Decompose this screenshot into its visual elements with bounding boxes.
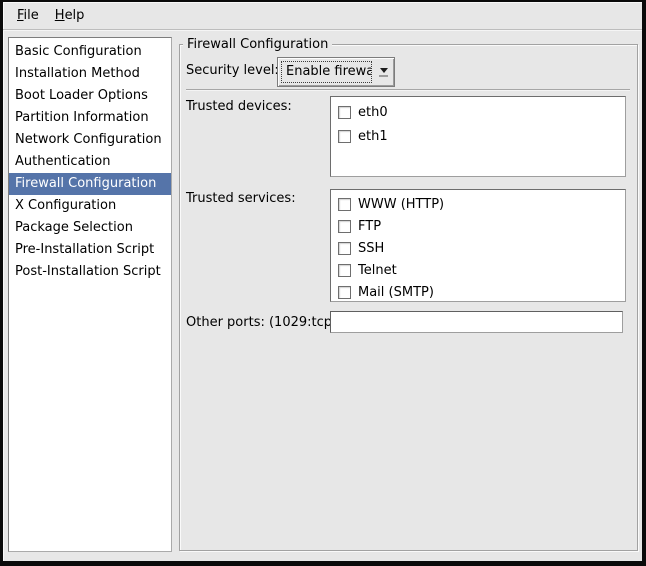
menubar: File Help: [3, 2, 642, 29]
trusted-service-label: FTP: [358, 219, 381, 234]
menu-help[interactable]: Help: [47, 4, 93, 27]
sidebar-item-x-configuration[interactable]: X Configuration: [9, 195, 171, 217]
sidebar-item-installation-method[interactable]: Installation Method: [9, 63, 171, 85]
trusted-device-label: eth1: [358, 129, 388, 144]
menu-help-label: elp: [65, 8, 85, 23]
trusted-service-row-telnet[interactable]: Telnet: [331, 259, 625, 281]
checkbox-unchecked-icon[interactable]: [338, 220, 351, 233]
trusted-services-list[interactable]: WWW (HTTP) FTP SSH Telnet Mail (SMTP): [330, 189, 626, 302]
sidebar-item-post-installation-script[interactable]: Post-Installation Script: [9, 261, 171, 283]
other-ports-label: Other ports: (1029:tcp): [186, 314, 337, 331]
checkbox-unchecked-icon[interactable]: [338, 242, 351, 255]
trusted-service-row-ftp[interactable]: FTP: [331, 215, 625, 237]
checkbox-unchecked-icon[interactable]: [338, 286, 351, 299]
security-level-label: Security level:: [186, 62, 279, 79]
trusted-service-row-ssh[interactable]: SSH: [331, 237, 625, 259]
trusted-service-label: Mail (SMTP): [358, 285, 434, 300]
checkbox-unchecked-icon[interactable]: [338, 264, 351, 277]
menu-help-mnemonic: H: [55, 8, 65, 23]
trusted-devices-list[interactable]: eth0 eth1: [330, 96, 626, 177]
trusted-device-label: eth0: [358, 105, 388, 120]
checkbox-unchecked-icon[interactable]: [338, 130, 351, 143]
trusted-service-row-www[interactable]: WWW (HTTP): [331, 193, 625, 215]
menu-file-label: ile: [24, 8, 39, 23]
other-ports-input[interactable]: [330, 311, 623, 333]
sidebar-item-network-configuration[interactable]: Network Configuration: [9, 129, 171, 151]
trusted-service-row-mail[interactable]: Mail (SMTP): [331, 281, 625, 302]
section-separator: [186, 89, 630, 91]
sidebar-item-partition-information[interactable]: Partition Information: [9, 107, 171, 129]
sidebar-item-package-selection[interactable]: Package Selection: [9, 217, 171, 239]
trusted-services-label: Trusted services:: [186, 190, 296, 207]
menubar-separator: [3, 29, 642, 31]
trusted-service-label: Telnet: [358, 263, 397, 278]
sidebar-item-authentication[interactable]: Authentication: [9, 151, 171, 173]
security-level-dropdown[interactable]: Enable firewall: [277, 57, 395, 87]
dropdown-arrow-icon: [373, 58, 394, 86]
sidebar-section-list[interactable]: Basic Configuration Installation Method …: [8, 37, 172, 552]
trusted-service-label: WWW (HTTP): [358, 197, 444, 212]
kickstart-configurator-window: File Help Basic Configuration Installati…: [0, 0, 646, 566]
security-level-value: Enable firewall: [281, 61, 372, 83]
menu-file[interactable]: File: [9, 4, 47, 27]
sidebar-item-pre-installation-script[interactable]: Pre-Installation Script: [9, 239, 171, 261]
sidebar-item-boot-loader-options[interactable]: Boot Loader Options: [9, 85, 171, 107]
trusted-device-row-eth0[interactable]: eth0: [331, 100, 625, 124]
trusted-service-label: SSH: [358, 241, 384, 256]
frame-title: Firewall Configuration: [183, 36, 332, 53]
sidebar-item-firewall-configuration[interactable]: Firewall Configuration: [9, 173, 171, 195]
checkbox-unchecked-icon[interactable]: [338, 106, 351, 119]
trusted-device-row-eth1[interactable]: eth1: [331, 124, 625, 148]
trusted-devices-label: Trusted devices:: [186, 98, 292, 115]
checkbox-unchecked-icon[interactable]: [338, 198, 351, 211]
sidebar-item-basic-configuration[interactable]: Basic Configuration: [9, 41, 171, 63]
